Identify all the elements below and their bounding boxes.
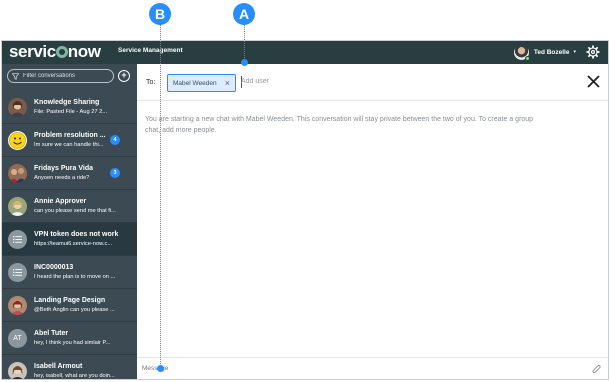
conversation-sidebar: + Knowledge Sharing File: Pasted File - … — [2, 64, 137, 379]
conversation-preview: hey, I think you had simlair P... — [34, 340, 111, 346]
recipient-chip-label: Mabel Weeden — [173, 80, 217, 87]
filter-icon — [12, 72, 19, 80]
filter-input[interactable] — [23, 73, 113, 79]
recipient-chip[interactable]: Mabel Weeden × — [167, 74, 236, 92]
new-chat-button[interactable]: + — [118, 70, 130, 82]
conversation-item[interactable]: INC0000013 I heard the plan is to move o… — [2, 256, 137, 289]
conversation-preview: @Beth Anglin can you please ... — [34, 307, 115, 313]
avatar — [8, 98, 27, 117]
conversation-title: Knowledge Sharing — [34, 99, 100, 106]
conversation-item[interactable]: Isabell Armout hey, isabell, what are yo… — [2, 355, 137, 379]
message-composer — [137, 357, 608, 379]
callout-b-pin — [157, 365, 164, 372]
message-input[interactable] — [142, 365, 562, 372]
callout-a: A — [233, 3, 255, 25]
conversation-list: Knowledge Sharing File: Pasted File - Au… — [2, 91, 137, 379]
unread-badge: 4 — [110, 135, 120, 145]
online-status-dot — [524, 55, 530, 61]
chat-panel: To: Mabel Weeden × You are starting a ne… — [137, 64, 608, 379]
conversation-item[interactable]: Knowledge Sharing File: Pasted File - Au… — [2, 91, 137, 124]
avatar — [8, 296, 27, 315]
conversation-title: Landing Page Design — [34, 297, 106, 304]
conversation-preview: Im sure we can handle thi... — [34, 142, 104, 148]
avatar — [8, 164, 27, 183]
conversation-preview: can you please send me that fi... — [34, 208, 116, 214]
conversation-title: INC0000013 — [34, 264, 74, 271]
logo-o-ring — [55, 46, 68, 58]
list-icon — [13, 236, 22, 243]
list-icon-avatar — [8, 263, 27, 282]
conversation-item[interactable]: Annie Approver can you please send me th… — [2, 190, 137, 223]
list-icon — [13, 269, 22, 276]
user-menu[interactable]: Ted Bozelle ▾ — [513, 44, 576, 61]
conversation-title: VPN token does not work — [34, 231, 119, 238]
callout-b-leader — [160, 24, 161, 366]
user-name: Ted Bozelle — [533, 48, 570, 56]
add-user-input[interactable] — [241, 78, 331, 85]
conversation-item[interactable]: Landing Page Design @Beth Anglin can you… — [2, 289, 137, 322]
list-icon-avatar — [8, 230, 27, 249]
conversation-item[interactable]: Problem resolution ... Im sure we can ha… — [2, 124, 137, 157]
conversation-preview: hey, isabell, what are you doin... — [34, 373, 115, 379]
initials-avatar: AT — [8, 329, 27, 348]
servicenow-logo[interactable]: servic now — [9, 43, 101, 61]
conversation-preview: I heard the plan is to move on ... — [34, 274, 116, 280]
filter-conversations[interactable] — [7, 69, 114, 83]
remove-recipient-icon[interactable]: × — [225, 78, 230, 88]
callout-b: B — [149, 3, 171, 25]
chevron-down-icon: ▾ — [573, 49, 576, 55]
callout-a-pin — [241, 59, 248, 66]
callout-a-leader — [244, 24, 245, 60]
recipient-bar: To: Mabel Weeden × — [137, 64, 608, 101]
close-icon[interactable] — [587, 75, 600, 88]
connect-window: servic now Service Management Ted Bozelle… — [1, 40, 609, 380]
unread-badge: 3 — [110, 168, 120, 178]
conversation-title: Abel Tuter — [34, 330, 69, 337]
avatar — [8, 362, 27, 379]
top-header: servic now Service Management Ted Bozelle… — [2, 41, 608, 64]
user-avatar — [513, 44, 530, 61]
conversation-item-active[interactable]: VPN token does not work https://teamui6.… — [2, 223, 137, 256]
to-label: To: — [146, 79, 156, 86]
avatar — [8, 197, 27, 216]
conversation-preview: Anyoen needs a ride? — [34, 175, 90, 181]
conversation-title: Annie Approver — [34, 198, 87, 205]
conversation-title: Problem resolution ... — [34, 132, 106, 139]
new-chat-intro-text: You are starting a new chat with Mabel W… — [145, 116, 534, 134]
conversation-item[interactable]: Fridays Pura Vida Anyoen needs a ride? 3 — [2, 157, 137, 190]
paperclip-icon[interactable] — [591, 364, 602, 375]
conversation-preview: File: Pasted File - Aug 27 2... — [34, 109, 108, 115]
screenshot-root: servic now Service Management Ted Bozelle… — [0, 0, 611, 382]
conversation-title: Isabell Armout — [34, 363, 83, 370]
conversation-title: Fridays Pura Vida — [34, 165, 94, 172]
conversation-item[interactable]: AT Abel Tuter hey, I think you had simla… — [2, 322, 137, 355]
conversation-preview: https://teamui6.service-now.c... — [34, 241, 113, 247]
app-title: Service Management — [118, 47, 183, 54]
gear-icon[interactable] — [586, 45, 600, 59]
smiley-avatar — [8, 131, 27, 150]
